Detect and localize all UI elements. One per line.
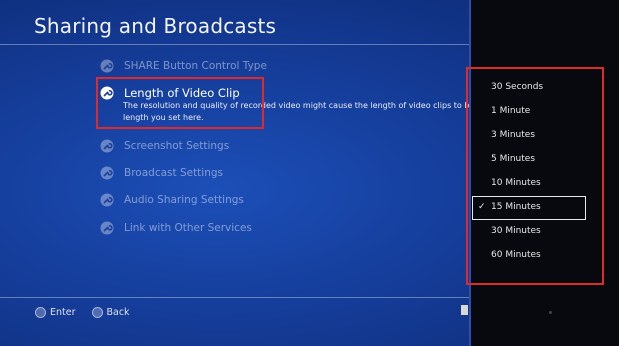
menu-item-label: Link with Other Services <box>124 222 252 234</box>
cross-button-icon <box>35 307 46 318</box>
status-marker <box>461 305 468 315</box>
highlight-box-options <box>466 67 604 285</box>
enter-label: Enter <box>50 307 76 318</box>
wrench-icon <box>100 193 114 207</box>
circle-button-icon <box>91 307 103 318</box>
wrench-icon <box>100 166 114 180</box>
menu-item-label: Audio Sharing Settings <box>124 194 244 206</box>
menu-item-screenshot-settings[interactable]: Screenshot Settings <box>100 139 229 153</box>
menu-item-link-with-other-services[interactable]: Link with Other Services <box>100 221 252 235</box>
wrench-icon <box>100 139 114 153</box>
footer-divider <box>0 297 470 298</box>
menu-item-label: Broadcast Settings <box>124 167 224 179</box>
menu-item-label: Screenshot Settings <box>124 140 230 152</box>
wrench-icon <box>100 221 114 235</box>
footer-controls: Enter Back <box>35 307 146 318</box>
back-label: Back <box>106 307 130 318</box>
menu-item-audio-sharing-settings[interactable]: Audio Sharing Settings <box>100 193 244 207</box>
highlight-box-menu-item <box>96 77 264 129</box>
back-button-hint[interactable]: Back <box>91 307 130 318</box>
wrench-icon <box>100 59 114 73</box>
menu-item-broadcast-settings[interactable]: Broadcast Settings <box>100 166 223 180</box>
status-dot <box>549 311 552 314</box>
enter-button-hint[interactable]: Enter <box>35 307 76 318</box>
menu-item-label: SHARE Button Control Type <box>124 60 267 72</box>
title-divider <box>0 44 470 45</box>
menu-item-share-button-control-type[interactable]: SHARE Button Control Type <box>100 59 267 73</box>
page-title: Sharing and Broadcasts <box>34 14 277 38</box>
